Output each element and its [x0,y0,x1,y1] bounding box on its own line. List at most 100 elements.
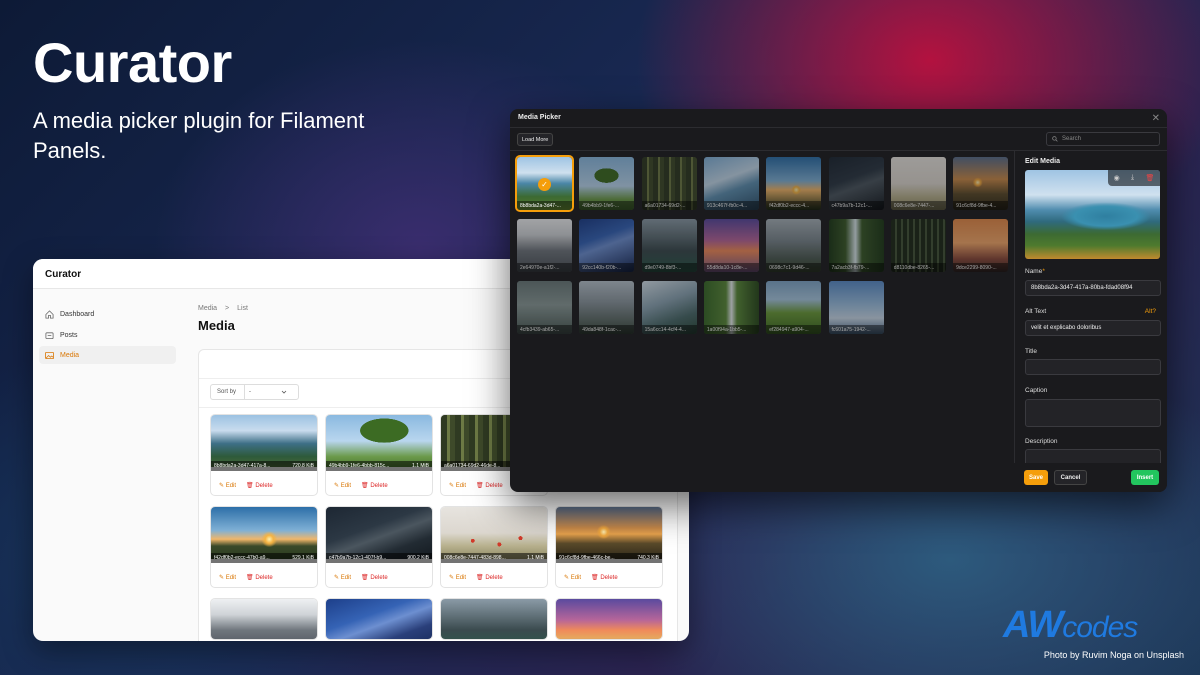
media-card[interactable] [555,598,663,640]
media-card[interactable] [210,598,318,640]
media-picker-modal: Media Picker ✕ Load More Search ✓ 8b8bda2… [510,109,1167,492]
media-thumbnail-label: c47b9a7b-12c1-... [828,201,884,210]
media-thumbnail[interactable]: a6a01734-69d2-... [641,157,697,210]
edit-button[interactable]: ✎ Edit [219,482,236,489]
delete-button[interactable]: 🗑 Delete [361,482,388,489]
preview-actions: ◉ ⤓ 🗑 [1108,170,1160,186]
media-thumbnail-label: 9dce2299-8090-... [953,263,1009,272]
hero-title: Curator [33,31,232,94]
search-icon [1052,136,1058,142]
delete-button[interactable]: 🗑 Delete [591,574,618,581]
load-more-button[interactable]: Load More [517,133,554,146]
media-thumbnail[interactable]: c47b9a7b-12c1-... [828,157,884,210]
media-thumbnail[interactable]: 008c6e8e-7447-... [890,157,946,210]
media-thumbnail[interactable]: 49da848f-1cac-... [579,281,635,334]
media-thumbnail[interactable]: d8110dbe-8265-... [890,219,946,272]
file-size: 720.8 KiB [292,463,314,469]
media-thumbnail[interactable]: 55d8da10-1c8e-... [703,219,759,272]
media-thumbnail[interactable]: d9e0749-8bf3-... [641,219,697,272]
sort-select[interactable]: Sort by - [210,384,299,400]
delete-button[interactable]: 🗑 Delete [361,574,388,581]
home-icon [45,309,54,319]
media-thumbnail [211,415,317,467]
eye-icon[interactable]: ◉ [1114,174,1120,182]
file-name: f42df0b2-eccc-47b0-a9... [214,555,270,561]
photo-credit: Photo by Ruvim Noga on Unsplash [1043,650,1184,660]
media-thumbnail[interactable]: 92cc140b-f20b-... [579,219,635,272]
edit-button[interactable]: ✎ Edit [564,574,581,581]
breadcrumb-parent[interactable]: Media [198,305,217,312]
media-thumbnail[interactable]: 49b4bb9-1fe6-... [579,157,635,210]
cancel-button[interactable]: Cancel [1054,470,1087,485]
insert-button[interactable]: Insert [1131,470,1159,485]
file-size: 740.3 KiB [637,555,659,561]
media-thumbnail[interactable]: 15a6cc14-4cf4-4... [641,281,697,334]
sidebar-item-posts[interactable]: Posts [39,326,176,344]
delete-button[interactable]: 🗑 Delete [246,574,273,581]
title-label: Title [1025,348,1038,355]
media-thumbnail [326,599,432,639]
media-thumbnail[interactable]: 0698c7c1-9d46-... [766,219,822,272]
name-field[interactable]: 8b8bda2a-3d47-417a-80ba-fdad08f94 [1025,280,1161,296]
media-thumbnail [556,599,662,639]
document-icon [45,331,54,339]
name-label: Name* [1025,268,1045,275]
media-thumbnail[interactable]: 2e64970e-a1f2-... [517,219,572,272]
caption-field[interactable] [1025,399,1161,427]
close-icon[interactable]: ✕ [1152,113,1160,124]
sort-label: Sort by [217,389,237,395]
media-card[interactable]: 8b8bda2a-3d47-417a-8... 720.8 KiB ✎ Edit 🗑… [210,414,318,496]
edit-button[interactable]: ✎ Edit [449,574,466,581]
media-card[interactable] [325,598,433,640]
alt-text-field[interactable]: velit et explicabo doloribus [1025,320,1161,336]
media-thumbnail[interactable]: f42df0b2-eccc-4... [766,157,822,210]
page-title: Media [198,318,235,333]
media-thumbnail-label: 913c467f-fb0c-4... [703,201,759,210]
media-thumbnail[interactable]: 1a00f94a-1bb5-... [703,281,759,334]
media-card[interactable]: f42df0b2-eccc-47b0-a9... 529.1 KiB ✎ Edit… [210,506,318,588]
awcodes-logo: AWcodes [1003,604,1138,646]
media-thumbnail[interactable]: 91c6cf8d-9fbe-4... [953,157,1009,210]
save-button[interactable]: Save [1024,470,1048,485]
edit-button[interactable]: ✎ Edit [334,574,351,581]
delete-button[interactable]: 🗑 Delete [476,482,503,489]
media-thumbnail[interactable]: ✓ 8b8bda2a-3d47-... [515,155,574,212]
media-thumbnail[interactable]: 913c467f-fb0c-4... [703,157,759,210]
media-thumbnail-label: 15a6cc14-4cf4-4... [641,325,697,334]
edit-button[interactable]: ✎ Edit [219,574,236,581]
sort-value[interactable]: - [244,385,296,399]
modal-footer: Save Cancel Insert [1014,463,1167,492]
delete-button[interactable]: 🗑 Delete [246,482,273,489]
media-card[interactable]: 49b4bb9-1fe6-4bbb-815c... 1.1 MiB ✎ Edit 🗑… [325,414,433,496]
search-input[interactable]: Search [1046,132,1160,146]
file-name: 008c6e8e-7447-483d-898... [444,555,506,561]
media-card[interactable]: c47b9a7b-12c1-407f-b9... 900.2 KiB ✎ Edit… [325,506,433,588]
media-thumbnail [441,599,547,639]
edit-button[interactable]: ✎ Edit [449,482,466,489]
download-icon[interactable]: ⤓ [1131,174,1134,182]
modal-toolbar: Load More Search [510,128,1167,151]
alt-help-link[interactable]: Alt? [1145,308,1156,315]
media-thumbnail[interactable]: fc601a75-1942-... [828,281,884,334]
edit-media-panel: Edit Media ◉ ⤓ 🗑 Name* 8b8bda2a-3d47-417… [1014,151,1167,492]
media-thumbnail-label: 8b8bda2a-3d47-... [517,201,572,210]
edit-media-heading: Edit Media [1025,158,1061,165]
trash-icon[interactable]: 🗑 [1145,174,1154,182]
media-thumbnail[interactable]: 7a2acb3f-fb79-... [828,219,884,272]
media-card[interactable]: 91c6cf8d-9fbe-466c-be... 740.3 KiB ✎ Edit… [555,506,663,588]
media-thumbnail[interactable]: 9dce2299-8090-... [953,219,1009,272]
media-card[interactable] [440,598,548,640]
file-size: 529.1 KiB [292,555,314,561]
search-placeholder: Search [1062,136,1082,142]
edit-button[interactable]: ✎ Edit [334,482,351,489]
media-card[interactable]: 008c6e8e-7447-483d-898... 1.1 MiB ✎ Edit 🗑… [440,506,548,588]
check-icon: ✓ [538,178,551,191]
media-thumbnail-label: 008c6e8e-7447-... [890,201,946,210]
delete-button[interactable]: 🗑 Delete [476,574,503,581]
sidebar-item-dashboard[interactable]: Dashboard [39,305,176,323]
title-field[interactable] [1025,359,1161,375]
sidebar-item-media[interactable]: Media [39,346,176,364]
media-thumbnail[interactable]: ef284947-a904-... [766,281,822,334]
media-thumbnail-label: d8110dbe-8265-... [890,263,946,272]
media-thumbnail[interactable]: 4cfb3439-ab65-... [517,281,572,334]
